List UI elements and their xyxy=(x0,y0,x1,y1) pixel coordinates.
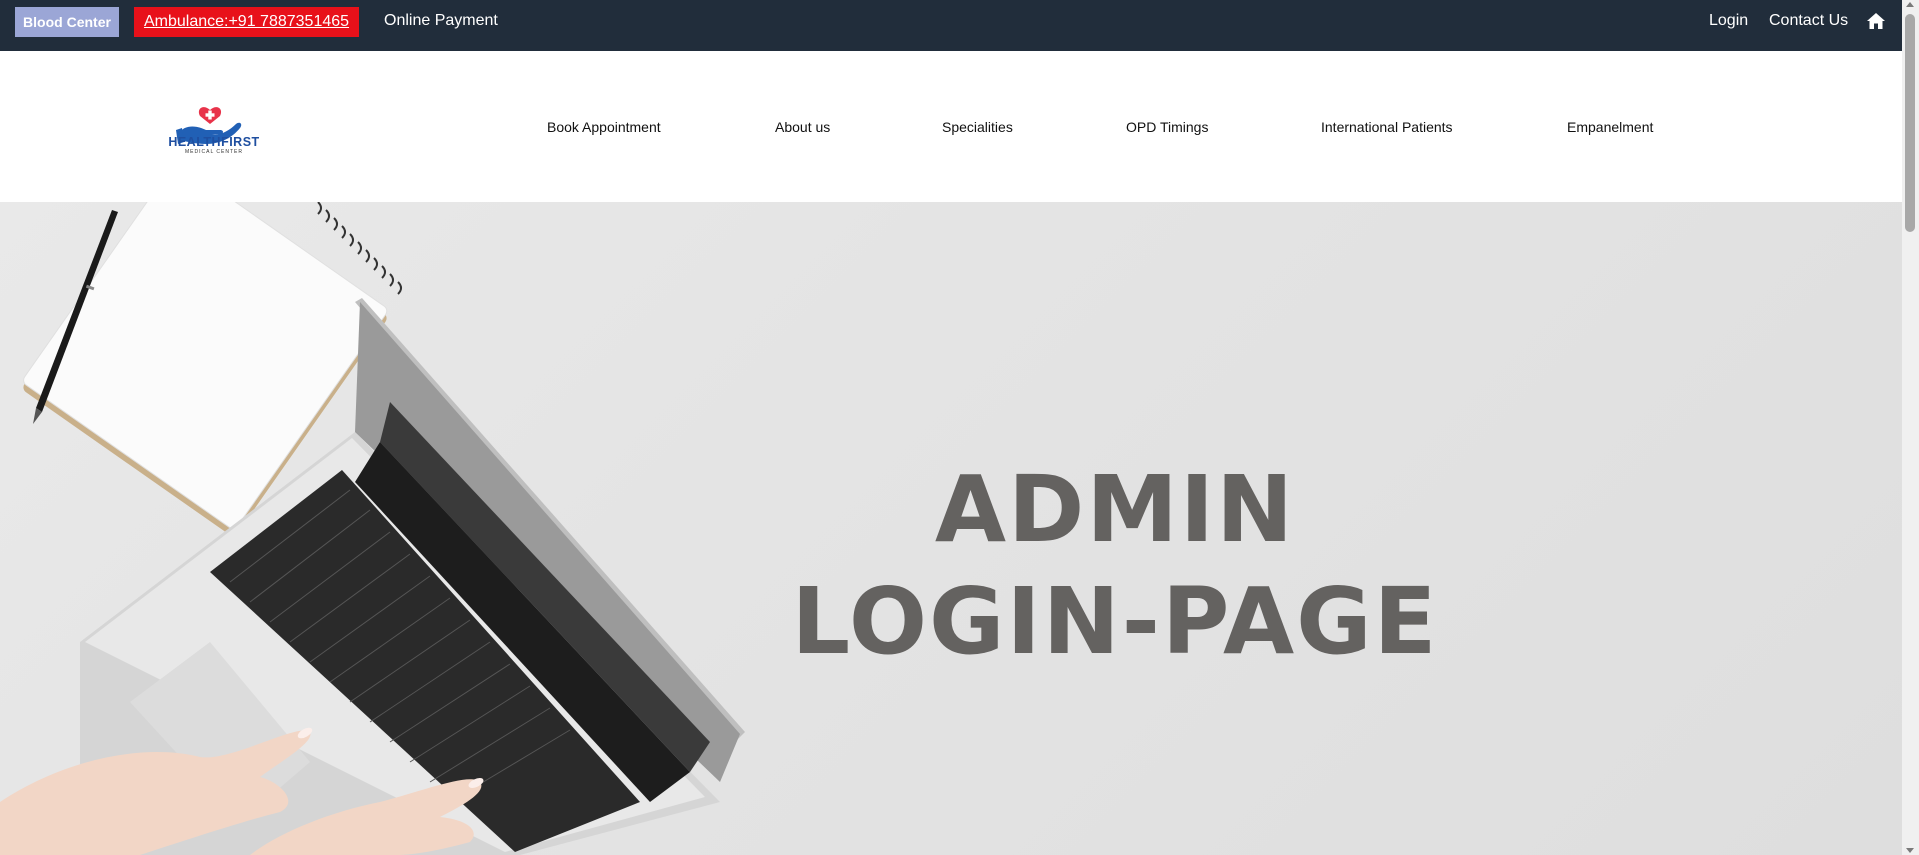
nav-specialities[interactable]: Specialities xyxy=(942,119,1013,135)
hero-title-line2: LOGIN-PAGE xyxy=(791,568,1439,675)
contact-us-link[interactable]: Contact Us xyxy=(1769,12,1848,30)
hero-title: ADMIN LOGIN-PAGE xyxy=(760,454,1470,678)
scroll-up-arrow-icon[interactable] xyxy=(1906,2,1914,7)
blood-center-button[interactable]: Blood Center xyxy=(15,7,119,37)
nav-opd-timings[interactable]: OPD Timings xyxy=(1126,119,1208,135)
logo-subtitle: MEDICAL CENTER xyxy=(185,149,243,155)
home-icon[interactable] xyxy=(1866,12,1886,30)
top-utility-bar: Blood Center Ambulance:+91 7887351465 On… xyxy=(0,0,1902,51)
nav-international-patients[interactable]: International Patients xyxy=(1321,119,1453,135)
scroll-down-arrow-icon[interactable] xyxy=(1906,848,1914,853)
hero-title-line1: ADMIN xyxy=(934,456,1296,563)
nav-about-us[interactable]: About us xyxy=(775,119,830,135)
page-scrollbar[interactable] xyxy=(1902,0,1919,855)
nav-empanelment[interactable]: Empanelment xyxy=(1567,119,1653,135)
nav-book-appointment[interactable]: Book Appointment xyxy=(547,119,661,135)
scroll-thumb[interactable] xyxy=(1905,14,1915,232)
login-link[interactable]: Login xyxy=(1709,12,1748,30)
laptop-notebook-illustration xyxy=(0,202,745,855)
online-payment-link[interactable]: Online Payment xyxy=(384,12,498,30)
ambulance-phone-link[interactable]: Ambulance:+91 7887351465 xyxy=(134,7,359,37)
logo-name: HEALTHFIRST xyxy=(168,135,260,149)
hero-banner: ADMIN LOGIN-PAGE xyxy=(0,202,1902,855)
